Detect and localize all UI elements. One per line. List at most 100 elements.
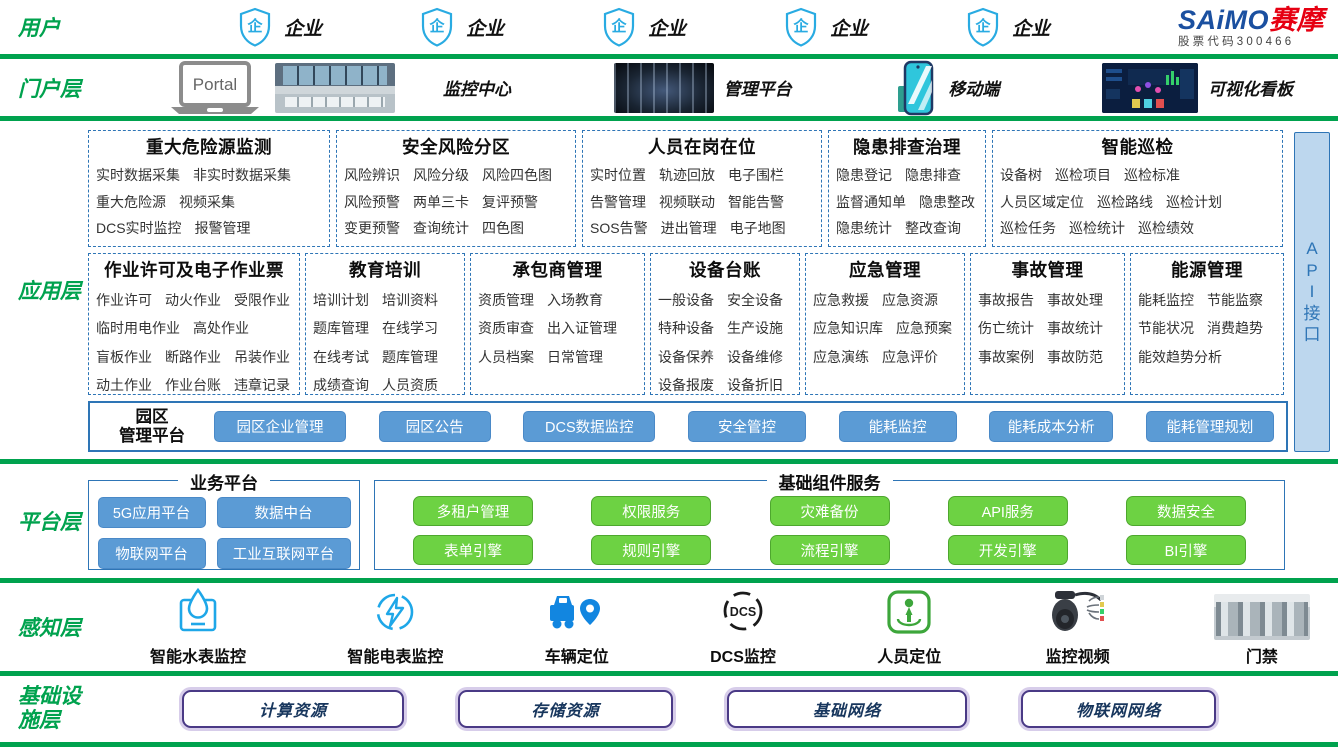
business-platform-button[interactable]: 工业互联网平台	[217, 538, 351, 569]
api-bar-char: 接	[1304, 304, 1321, 324]
logo-chinese: 赛摩	[1269, 5, 1324, 35]
app-module-title: 设备台账	[658, 257, 792, 282]
park-button[interactable]: 能耗成本分析	[989, 411, 1113, 442]
park-button[interactable]: 安全管控	[688, 411, 806, 442]
component-button[interactable]: 规则引擎	[591, 535, 711, 565]
app-module-items: 隐患登记隐患排查监督通知单隐患整改隐患统计整改查询	[836, 159, 978, 244]
app-module-item: 节能监察	[1207, 290, 1263, 310]
app-module-item-row: 人员档案日常管理	[478, 342, 637, 371]
app-module-item-row: 事故案例事故防范	[978, 342, 1117, 371]
app-module-box: 安全风险分区风险辨识风险分级风险四色图风险预警两单三卡复评预警变更预警查询统计四…	[336, 130, 576, 247]
component-button[interactable]: BI引擎	[1126, 535, 1246, 565]
portal-laptop-icon: Portal	[165, 61, 265, 115]
app-module-item: 应急资源	[882, 290, 938, 310]
business-platform-button[interactable]: 物联网平台	[98, 538, 206, 569]
park-button[interactable]: 园区企业管理	[214, 411, 346, 442]
app-module-item: 设备树	[1000, 165, 1042, 185]
app-module-item: 设备报废	[658, 375, 714, 395]
business-platform-buttons: 5G应用平台数据中台物联网平台工业互联网平台	[89, 481, 359, 581]
enterprise-item: 企企业	[966, 7, 1050, 47]
app-module-item: 隐患统计	[836, 218, 892, 238]
app-module-item: 题库管理	[382, 347, 438, 367]
app-module-title: 隐患排查治理	[836, 134, 978, 159]
app-module-item: 违章记录	[234, 375, 290, 395]
app-module-item-row: 在线考试题库管理	[313, 342, 457, 371]
enterprise-label: 企业	[284, 14, 322, 41]
infra-box-network: 基础网络	[727, 690, 967, 728]
app-module-item: 电子地图	[730, 218, 786, 238]
component-button[interactable]: 权限服务	[591, 496, 711, 526]
mobile-phone-icon	[894, 60, 938, 116]
park-button[interactable]: 园区公告	[379, 411, 491, 442]
app-module-row-1: 重大危险源监测实时数据采集非实时数据采集重大危险源视频采集DCS实时监控报警管理…	[88, 130, 1288, 247]
portal-item-label: 可视化看板	[1208, 75, 1293, 100]
component-button[interactable]: 流程引擎	[770, 535, 890, 565]
park-button[interactable]: 能耗管理规划	[1146, 411, 1274, 442]
app-module-item: 非实时数据采集	[193, 165, 291, 185]
app-module-items: 设备树巡检项目巡检标准人员区域定位巡检路线巡检计划巡检任务巡检统计巡检绩效	[1000, 159, 1275, 244]
app-module-items: 实时位置轨迹回放电子围栏告警管理视频联动智能告警SOS告警进出管理电子地图	[590, 159, 814, 244]
app-module-item: 动土作业	[96, 375, 152, 395]
perception-item-label: 智能水表监控	[150, 643, 246, 667]
app-module-item: 作业许可	[96, 290, 152, 310]
app-module-item-row: 实时数据采集非实时数据采集	[96, 165, 322, 185]
app-module-item: 在线考试	[313, 347, 369, 367]
component-button[interactable]: 开发引擎	[948, 535, 1068, 565]
app-module-item: 复评预警	[482, 192, 538, 212]
app-module-item: 作业台账	[165, 375, 221, 395]
business-platform-button[interactable]: 数据中台	[217, 497, 351, 528]
base-components-title: 基础组件服务	[767, 469, 893, 494]
app-module-item: 在线学习	[382, 318, 438, 338]
portal-content: Portal 监控中心 管理平台 移动端	[165, 60, 1293, 116]
app-module-item: 日常管理	[547, 347, 603, 367]
cctv-camera-icon	[1043, 589, 1113, 640]
dashboard-image	[1102, 63, 1198, 113]
app-module-item: 高处作业	[193, 318, 249, 338]
app-module-item-row: 动土作业作业台账违章记录	[96, 371, 292, 396]
app-module-item: 视频采集	[179, 192, 235, 212]
app-module-item-row: 监督通知单隐患整改	[836, 192, 978, 212]
app-module-item-row: 风险辨识风险分级风险四色图	[344, 165, 568, 185]
server-room-image	[614, 63, 714, 113]
business-platform-button[interactable]: 5G应用平台	[98, 497, 206, 528]
component-button[interactable]: 灾难备份	[770, 496, 890, 526]
app-module-items: 资质管理入场教育资质审查出入证管理人员档案日常管理	[478, 282, 637, 392]
app-module-item: 两单三卡	[413, 192, 469, 212]
infra-label-line2: 施层	[18, 709, 110, 733]
app-module-item: 事故统计	[1047, 318, 1103, 338]
app-module-item-row: 事故报告事故处理	[978, 285, 1117, 314]
perception-items: 智能水表监控智能电表监控车辆定位DCSDCS监控人员定位监控视频门禁	[90, 583, 1338, 671]
component-button[interactable]: 多租户管理	[413, 496, 533, 526]
component-button-row: 表单引擎 规则引擎 流程引擎 开发引擎 BI引擎	[413, 535, 1246, 565]
app-module-item: 节能状况	[1138, 318, 1194, 338]
svg-text:企: 企	[428, 17, 445, 35]
app-module-title: 应急管理	[813, 257, 957, 282]
portal-item-label: 移动端	[948, 75, 999, 100]
park-buttons: 园区企业管理 园区公告 DCS数据监控 安全管控 能耗监控 能耗成本分析 能耗管理规划	[214, 411, 1274, 442]
app-module-row-2: 作业许可及电子作业票作业许可动火作业受限作业临时用电作业高处作业盲板作业断路作业…	[88, 253, 1288, 395]
app-module-item-row: 风险预警两单三卡复评预警	[344, 192, 568, 212]
component-button[interactable]: 表单引擎	[413, 535, 533, 565]
perception-layer: 感知层 智能水表监控智能电表监控车辆定位DCSDCS监控人员定位监控视频门禁	[0, 583, 1338, 671]
platform-layer-label: 平台层	[18, 506, 81, 536]
app-module-item: 报警管理	[195, 218, 251, 238]
app-module-item-row: 设备保养设备维修	[658, 342, 792, 371]
app-module-item: 成绩查询	[313, 375, 369, 395]
app-module-item-row: 变更预警查询统计四色图	[344, 218, 568, 238]
app-module-items: 作业许可动火作业受限作业临时用电作业高处作业盲板作业断路作业吊装作业动土作业作业…	[96, 282, 292, 395]
component-button[interactable]: API服务	[948, 496, 1068, 526]
park-button[interactable]: DCS数据监控	[523, 411, 655, 442]
platform-layer: 平台层 业务平台 5G应用平台数据中台物联网平台工业互联网平台 基础组件服务 多…	[0, 464, 1338, 578]
business-platform-box: 业务平台 5G应用平台数据中台物联网平台工业互联网平台	[88, 480, 360, 570]
app-module-item: 风险辨识	[344, 165, 400, 185]
app-module-item: 受限作业	[234, 290, 290, 310]
stock-code: 股票代码300466	[1178, 36, 1324, 48]
app-module-item: 生产设施	[727, 318, 783, 338]
component-button[interactable]: 数据安全	[1126, 496, 1246, 526]
divider	[0, 742, 1338, 747]
app-module-item-row: 资质管理入场教育	[478, 285, 637, 314]
app-module-item-row: 应急演练应急评价	[813, 342, 957, 371]
park-title-line2: 管理平台	[104, 427, 200, 446]
park-button[interactable]: 能耗监控	[839, 411, 957, 442]
app-module-item-row: 应急救援应急资源	[813, 285, 957, 314]
